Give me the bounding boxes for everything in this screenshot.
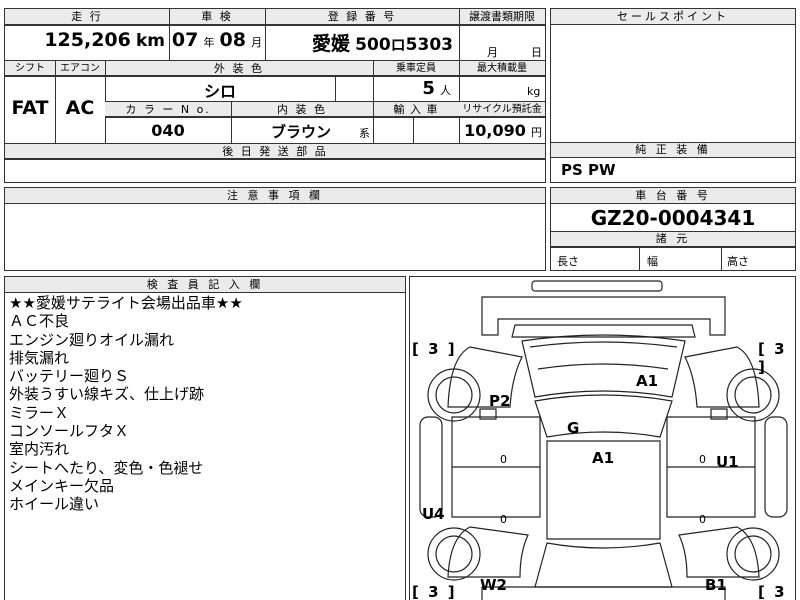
length-label: 長さ (557, 255, 579, 268)
inspection-month: 08 (219, 29, 246, 51)
note-line: ミラーＸ (9, 403, 70, 422)
genuine-equipment-box: 純 正 装 備 PS PW (550, 142, 796, 183)
damage-mark-rear-left: W2 (480, 576, 507, 594)
transfer-month-unit: 月 (487, 46, 498, 59)
chassis-box: 車 台 番 号 GZ20-0004341 諸 元 長さ 幅 高さ (550, 187, 796, 271)
exterior-color-value: シロ (203, 82, 236, 101)
note-line: コンソールフタＸ (9, 422, 130, 441)
damage-mark-roof: A1 (592, 449, 615, 467)
mileage-unit: km (135, 31, 165, 51)
sales-point-box: セールスポイント (550, 8, 796, 143)
damage-mark-right-door: U1 (716, 453, 739, 471)
note-line: 室内汚れ (9, 440, 70, 459)
inspection-year: 07 (171, 29, 199, 51)
genuine-equipment-header: 純 正 装 備 (635, 143, 711, 156)
color-no-header: カ ラ ー N o. (125, 103, 211, 116)
transfer-day-unit: 日 (531, 46, 542, 59)
damage-mark-left-rear: U4 (422, 505, 445, 523)
note-line: シートへたり、変色・色褪せ (9, 458, 204, 477)
inspector-notes-header: 検 査 員 記 入 欄 (146, 278, 264, 291)
registration-header: 登 録 番 号 (327, 10, 397, 23)
interior-color-header: 内 装 色 (277, 103, 327, 116)
note-line: ホイール違い (9, 495, 100, 514)
gauge-zero: 0 (500, 453, 507, 466)
genuine-equipment-value: PS PW (561, 161, 616, 179)
tire-tread-rear-left: [ 3 ] (412, 583, 457, 600)
registration-region: 愛媛 (312, 33, 351, 55)
note-line: バッテリー廻りＳ (9, 367, 130, 386)
inspection-year-unit: 年 (203, 36, 215, 49)
interior-color-suffix: 系 (359, 127, 370, 140)
car-outline-diagram (419, 280, 788, 600)
import-header: 輸 入 車 (393, 103, 439, 116)
vehicle-info-table: 走 行 車 検 登 録 番 号 譲渡書類期限 125,206 km 07 年 0… (4, 8, 546, 183)
damage-mark-rear-right: B1 (705, 576, 727, 594)
tire-tread-front-right: [ 3 ] (758, 340, 787, 376)
note-line: ★★愛媛サテライト会場出品車★★ (9, 294, 243, 312)
caution-box: 注 意 事 項 欄 (4, 187, 546, 271)
registration-class: 500 (355, 35, 391, 55)
dimensions-header: 諸 元 (655, 232, 691, 245)
later-parts-header: 後 日 発 送 部 品 (222, 145, 328, 158)
damage-mark-hood: A1 (636, 372, 659, 390)
color-no-value: 040 (151, 121, 185, 140)
interior-color-value: ブラウン (271, 123, 332, 141)
tire-tread-rear-right: [ 3 ] (758, 583, 787, 600)
width-label: 幅 (647, 255, 658, 268)
gauge-zero: 0 (699, 513, 706, 526)
exterior-color-header: 外 装 色 (214, 62, 264, 75)
registration-kana: ロ (390, 36, 406, 54)
damage-mark-windshield: G (567, 419, 580, 437)
damage-mark-left-front: P2 (489, 392, 511, 410)
recycle-unit: 円 (531, 126, 542, 139)
max-load-unit: kg (527, 85, 541, 98)
mileage-header: 走 行 (71, 10, 103, 23)
transfer-deadline-header: 譲渡書類期限 (469, 10, 535, 23)
gauge-zero: 0 (699, 453, 706, 466)
chassis-no-value: GZ20-0004341 (590, 206, 756, 230)
note-line: メインキー欠品 (9, 476, 115, 495)
note-line: エンジン廻りオイル漏れ (9, 330, 175, 349)
inspector-notes-list: ★★愛媛サテライト会場出品車★★ ＡＣ不良 エンジン廻りオイル漏れ 排気漏れ バ… (9, 294, 243, 514)
registration-number: 5303 (405, 35, 453, 55)
capacity-value: 5 (422, 78, 435, 99)
capacity-unit: 人 (440, 84, 451, 97)
note-line: 外装うすい線キズ、仕上げ跡 (9, 385, 205, 404)
height-label: 高さ (727, 255, 749, 268)
shift-header: シフト (15, 63, 45, 74)
sales-point-header: セールスポイント (617, 10, 729, 23)
shift-value: FAT (11, 97, 49, 119)
inspection-month-unit: 月 (251, 36, 263, 49)
aircon-header: エアコン (60, 63, 100, 74)
car-diagram-box: [ 3 ] [ 3 ] [ 3 ] [ 3 ] 0 0 0 0 A1 P2 G … (409, 276, 796, 600)
gauge-zero: 0 (500, 513, 507, 526)
note-line: ＡＣ不良 (9, 312, 70, 331)
max-load-header: 最大積載量 (477, 63, 527, 74)
note-line: 排気漏れ (9, 348, 70, 367)
inspection-header: 車 検 (201, 10, 233, 23)
tire-tread-front-left: [ 3 ] (412, 340, 457, 358)
caution-header: 注 意 事 項 欄 (227, 189, 323, 202)
inspector-notes-box: 検 査 員 記 入 欄 ★★愛媛サテライト会場出品車★★ ＡＣ不良 エンジン廻り… (4, 276, 406, 600)
chassis-no-header: 車 台 番 号 (635, 189, 711, 202)
aircon-value: AC (65, 97, 95, 119)
capacity-header: 乗車定員 (396, 63, 436, 74)
recycle-header: リサイクル預託金 (462, 104, 542, 115)
recycle-value: 10,090 (464, 121, 526, 140)
mileage-value: 125,206 (44, 29, 131, 51)
